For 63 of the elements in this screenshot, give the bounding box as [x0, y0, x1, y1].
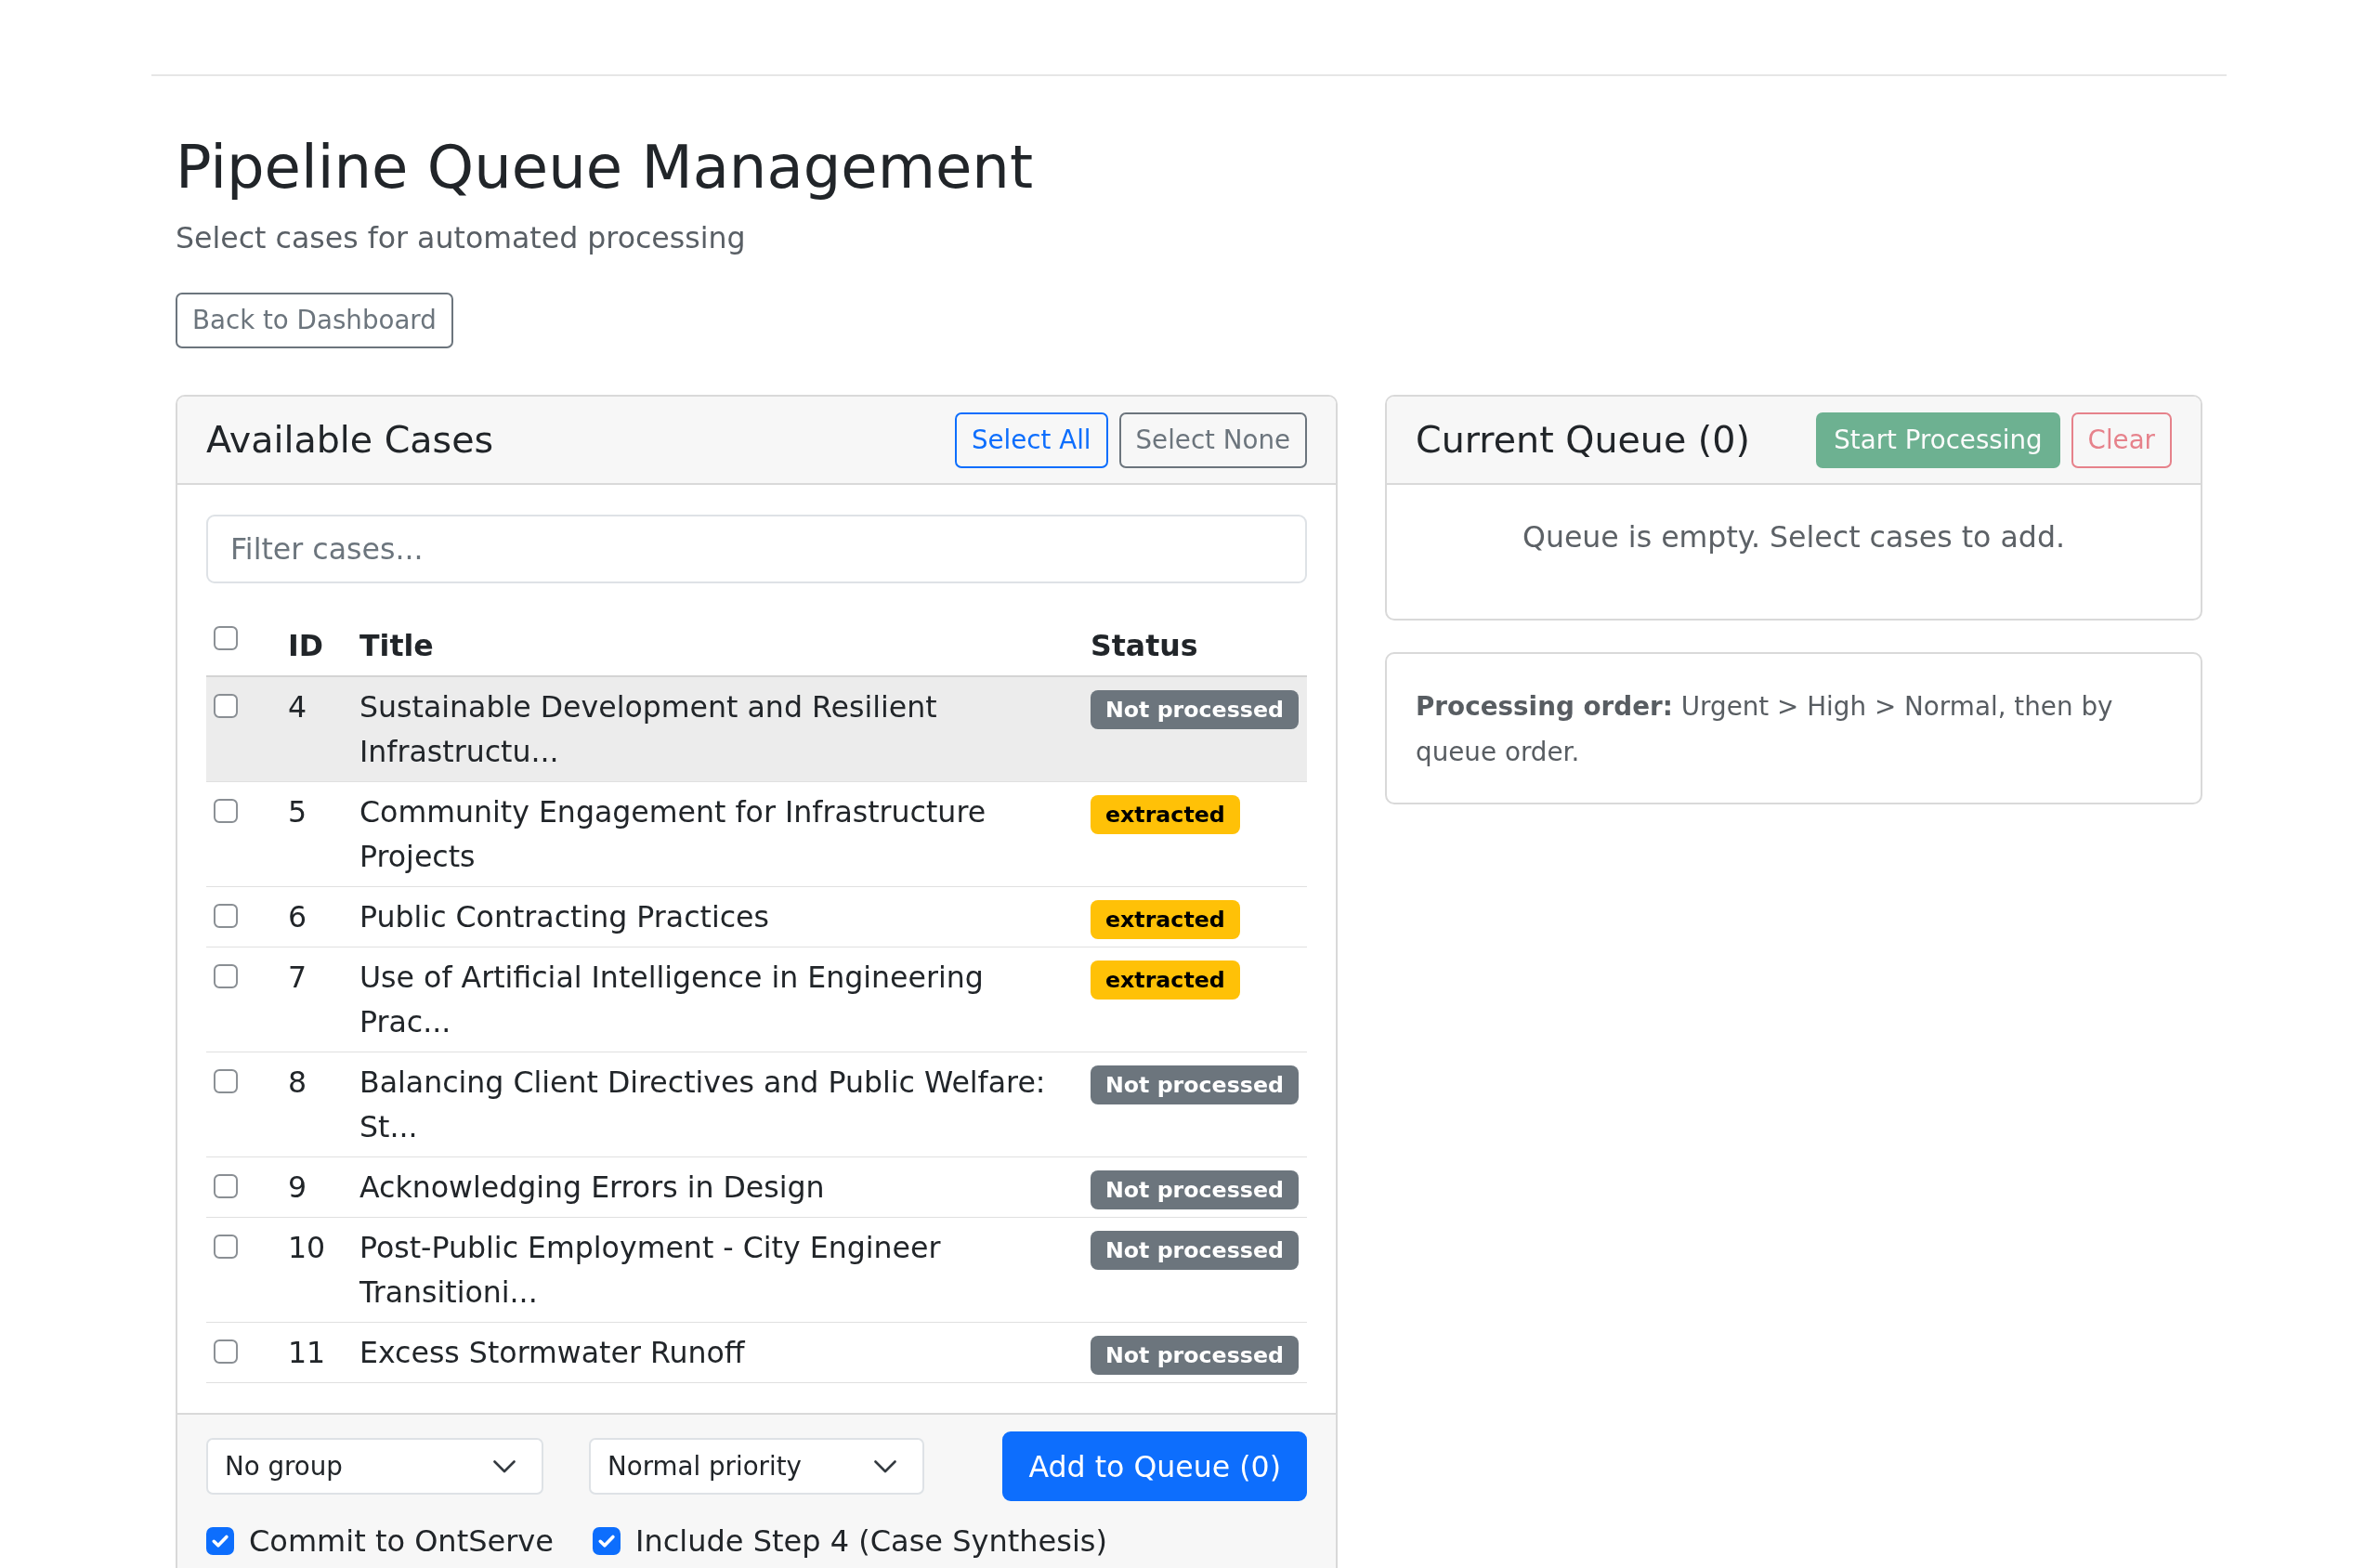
case-id: 6 — [288, 900, 307, 934]
row-checkbox[interactable] — [214, 964, 238, 988]
case-title: Excess Stormwater Runoff — [359, 1336, 745, 1369]
card-title: Current Queue (0) — [1416, 417, 1750, 463]
status-badge: Not processed — [1091, 690, 1299, 729]
page-subtitle: Select cases for automated processing — [176, 220, 747, 256]
table-row[interactable]: 7 Use of Artificial Intelligence in Engineering Prac... extracted — [206, 947, 1307, 1052]
table-row[interactable]: 5 Community Engagement for Infrastructure Projects extracted — [206, 782, 1307, 887]
case-id: 8 — [288, 1065, 307, 1099]
chevron-down-icon — [493, 1459, 516, 1473]
status-badge: extracted — [1091, 960, 1240, 1000]
row-checkbox[interactable] — [214, 1069, 238, 1093]
option-checkbox[interactable] — [592, 1527, 621, 1555]
case-title: Acknowledging Errors in Design — [359, 1170, 825, 1204]
case-id: 10 — [288, 1231, 326, 1264]
case-id: 7 — [288, 960, 307, 994]
chevron-down-icon — [874, 1459, 896, 1473]
status-badge: Not processed — [1091, 1336, 1299, 1375]
case-title: Sustainable Development and Resilient Infrastructu... — [359, 690, 937, 768]
table-row[interactable]: 8 Balancing Client Directives and Public Welfare: St... Not processed — [206, 1052, 1307, 1157]
status-badge: extracted — [1091, 795, 1240, 834]
back-button[interactable]: Back to Dashboard — [176, 293, 453, 348]
row-checkbox[interactable] — [214, 1235, 238, 1259]
option-label[interactable]: Commit to OntServe — [249, 1523, 554, 1559]
row-checkbox[interactable] — [214, 799, 238, 823]
column-header: Status — [1091, 629, 1198, 662]
row-checkbox[interactable] — [214, 1339, 238, 1364]
row-checkbox[interactable] — [214, 1174, 238, 1198]
table-row[interactable]: 4 Sustainable Development and Resilient Infrastructu... Not processed — [206, 677, 1307, 782]
table-row[interactable]: 9 Acknowledging Errors in Design Not processed — [206, 1157, 1307, 1218]
select-none-button[interactable]: Select None — [1118, 412, 1307, 468]
option-label[interactable]: Include Step 4 (Case Synthesis) — [634, 1523, 1107, 1559]
status-badge: Not processed — [1091, 1065, 1299, 1104]
case-title: Use of Artificial Intelligence in Engineering Prac... — [359, 960, 984, 1039]
case-title: Post-Public Employment - City Engineer Transitioni... — [359, 1231, 941, 1309]
page-title: Pipeline Queue Management — [176, 132, 1034, 203]
status-badge: Not processed — [1091, 1231, 1299, 1270]
priority-select[interactable]: Normal priority — [589, 1438, 924, 1495]
add-to-queue-button[interactable]: Add to Queue (0) — [1002, 1431, 1307, 1501]
group-select[interactable]: No group — [206, 1438, 543, 1495]
table-row[interactable]: 6 Public Contracting Practices extracted — [206, 887, 1307, 947]
case-id: 9 — [288, 1170, 307, 1204]
processing-order-note: Processing order: Urgent > High > Normal, then by queue order. — [1416, 690, 2114, 769]
case-id: 5 — [288, 795, 307, 829]
column-header: ID — [288, 629, 323, 662]
filter-field[interactable]: Filter cases... — [206, 515, 1307, 583]
case-title: Balancing Client Directives and Public Welfare: St... — [359, 1065, 1046, 1143]
status-badge: Not processed — [1091, 1170, 1299, 1209]
case-title: Community Engagement for Infrastructure Projects — [359, 795, 986, 873]
table-row[interactable]: 10 Post-Public Employment - City Engineer Transitioni... Not processed — [206, 1218, 1307, 1323]
status-badge: extracted — [1091, 900, 1240, 939]
table-row[interactable]: 11 Excess Stormwater Runoff Not processed — [206, 1323, 1307, 1383]
select-all-checkbox[interactable] — [214, 626, 238, 650]
empty-queue-message: Queue is empty. Select cases to add. — [1522, 519, 2066, 555]
column-header: Title — [359, 629, 434, 662]
card-title: Available Cases — [206, 417, 494, 463]
row-checkbox[interactable] — [214, 904, 238, 928]
option-checkbox[interactable] — [206, 1527, 234, 1555]
row-checkbox[interactable] — [214, 694, 238, 718]
case-id: 4 — [288, 690, 307, 724]
case-id: 11 — [288, 1336, 326, 1369]
case-title: Public Contracting Practices — [359, 900, 769, 934]
select-all-button[interactable]: Select All — [955, 412, 1108, 468]
